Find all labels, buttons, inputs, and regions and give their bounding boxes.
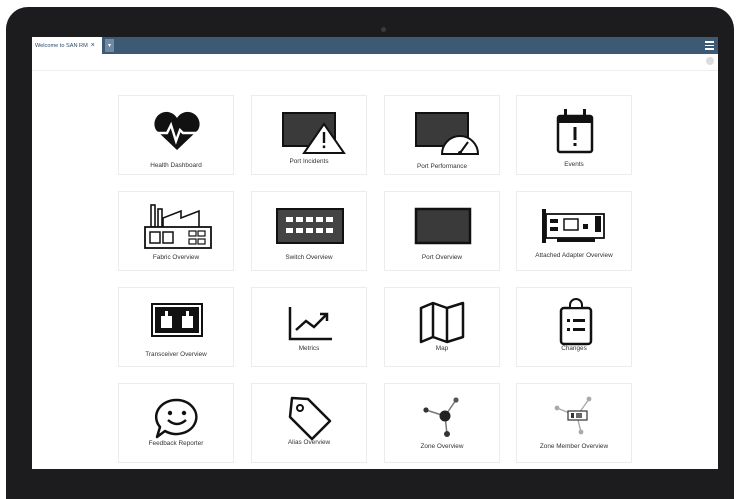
tab-label: Welcome to SAN RM	[35, 42, 88, 49]
tile-label: Feedback Reporter	[148, 440, 204, 447]
tile-zone-overview[interactable]: Zone Overview	[384, 383, 500, 463]
tile-label: Events	[564, 161, 584, 168]
tile-label: Map	[435, 345, 449, 352]
tile-label: Attached Adapter Overview	[535, 252, 613, 259]
tile-feedback-reporter[interactable]: Feedback Reporter	[118, 383, 234, 463]
chevron-down-icon: ▾	[107, 43, 111, 49]
tile-label: Port Performance	[416, 163, 468, 170]
tab-welcome[interactable]: Welcome to SAN RM ×	[32, 37, 102, 54]
tile-label: Zone Overview	[420, 443, 464, 450]
tile-label: Port Incidents	[289, 158, 329, 165]
tile-port-overview[interactable]: Port Overview	[384, 191, 500, 271]
tile-events[interactable]: Events	[516, 95, 632, 175]
stop-icon[interactable]	[706, 57, 714, 65]
tile-transceiver-overview[interactable]: Transceiver Overview	[118, 287, 234, 367]
tile-changes[interactable]: Changes	[516, 287, 632, 367]
tile-port-incidents[interactable]: Port Incidents	[251, 95, 367, 175]
tab-dropdown-button[interactable]: ▾	[105, 39, 114, 52]
tile-zone-member-overview[interactable]: Zone Member Overview	[516, 383, 632, 463]
tile-label: Metrics	[298, 345, 320, 352]
tile-label: Alias Overview	[287, 439, 331, 446]
tile-attached-adapter-overview[interactable]: Attached Adapter Overview	[516, 191, 632, 271]
tile-map[interactable]: Map	[384, 287, 500, 367]
tile-label: Changes	[561, 345, 587, 352]
hamburger-menu-icon[interactable]	[705, 41, 714, 50]
app-screen: Welcome to SAN RM × ▾ Health Dashboard P…	[32, 37, 718, 469]
camera-dot	[381, 27, 386, 32]
tile-fabric-overview[interactable]: Fabric Overview	[118, 191, 234, 271]
tile-metrics[interactable]: Metrics	[251, 287, 367, 367]
tile-label: Health Dashboard	[150, 162, 202, 169]
tile-label: Transceiver Overview	[145, 351, 207, 358]
tile-label: Port Overview	[421, 254, 463, 261]
tile-label: Zone Member Overview	[539, 443, 609, 450]
close-icon[interactable]: ×	[91, 42, 95, 49]
tab-bar: Welcome to SAN RM × ▾	[32, 37, 718, 54]
tile-health-dashboard[interactable]: Health Dashboard	[118, 95, 234, 175]
toolbar-strip	[32, 54, 718, 71]
tile-alias-overview[interactable]: Alias Overview	[251, 383, 367, 463]
tile-port-performance[interactable]: Port Performance	[384, 95, 500, 175]
tile-label: Fabric Overview	[152, 254, 200, 261]
tile-switch-overview[interactable]: Switch Overview	[251, 191, 367, 271]
tile-label: Switch Overview	[285, 254, 333, 261]
